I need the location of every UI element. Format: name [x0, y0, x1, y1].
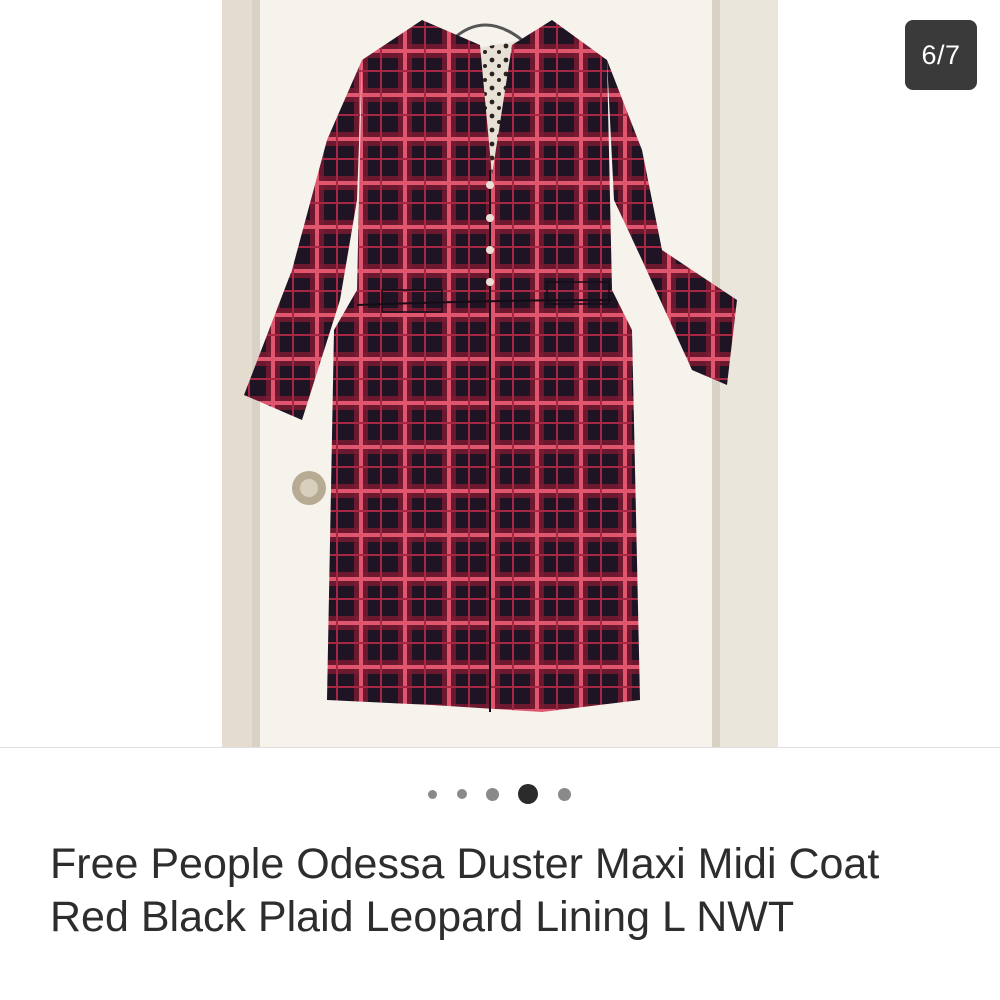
carousel-dot[interactable]: [486, 788, 499, 801]
image-gallery[interactable]: 6/7: [0, 0, 1000, 748]
product-photo[interactable]: [222, 0, 778, 748]
carousel-dot[interactable]: [558, 788, 571, 801]
carousel-dot[interactable]: [428, 790, 437, 799]
image-counter-badge: 6/7: [905, 20, 977, 90]
carousel-dot-active[interactable]: [518, 784, 538, 804]
carousel-indicator[interactable]: [0, 770, 1000, 818]
listing-title: Free People Odessa Duster Maxi Midi Coat…: [50, 840, 880, 941]
carousel-dot[interactable]: [457, 789, 467, 799]
divider: [0, 747, 1000, 748]
